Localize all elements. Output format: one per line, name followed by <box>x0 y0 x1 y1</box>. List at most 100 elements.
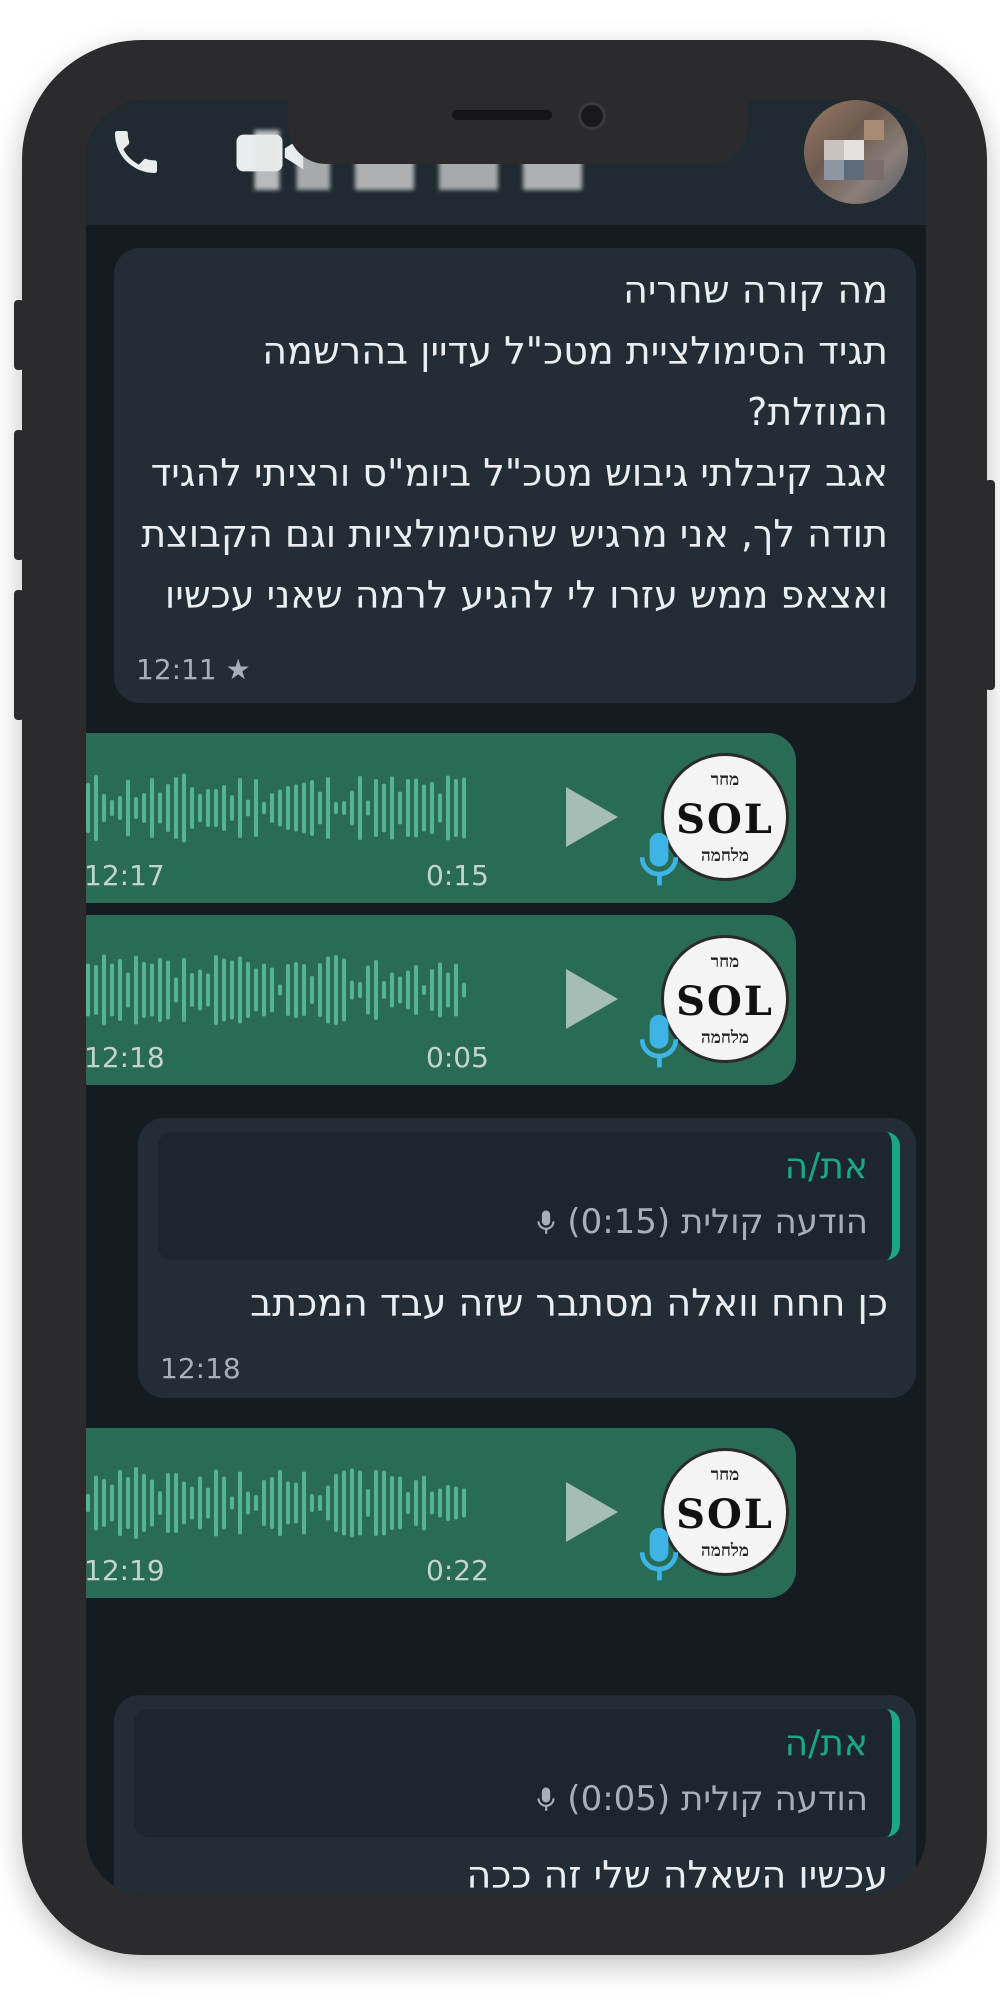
waveform-bar <box>142 793 146 823</box>
waveform-bar <box>390 1476 394 1530</box>
waveform-bar <box>462 1488 466 1518</box>
logo-bottom-text: מלחמה <box>701 846 749 866</box>
waveform-bar <box>198 969 202 1011</box>
waveform-bar <box>278 1470 282 1536</box>
waveform-bar <box>462 777 466 839</box>
waveform-bar <box>446 1485 450 1521</box>
waveform-bar <box>286 786 290 830</box>
waveform-bar <box>182 958 186 1022</box>
waveform-bar <box>390 776 394 840</box>
logo-top-text: מחר <box>710 1465 740 1485</box>
waveform-bar <box>390 972 394 1008</box>
waveform-bar <box>142 962 146 1018</box>
waveform-bar <box>358 776 362 840</box>
incoming-message[interactable]: מה קורה שחריה תגיד הסימולציית מטכ"ל עדיי… <box>114 248 916 703</box>
waveform-bar <box>414 965 418 1015</box>
waveform-bar <box>230 960 234 1020</box>
volume-down-button <box>14 590 24 720</box>
play-icon[interactable] <box>566 969 618 1029</box>
waveform-bar <box>382 981 386 999</box>
waveform-bar <box>158 958 162 1022</box>
play-icon[interactable] <box>566 787 618 847</box>
waveform-bar <box>302 964 306 1016</box>
waveform-bar <box>102 1479 106 1527</box>
waveform-bar <box>230 1496 234 1510</box>
waveform-bar <box>334 955 338 1025</box>
waveform-bar <box>214 955 218 1025</box>
waveform-bar <box>254 1495 258 1511</box>
waveform[interactable] <box>86 945 486 1035</box>
message-text: עכשיו השאלה שלי זה ככה <box>466 1853 888 1895</box>
waveform-bar <box>102 794 106 822</box>
waveform-bar <box>422 985 426 995</box>
waveform-bar <box>454 963 458 1017</box>
waveform-bar <box>222 958 226 1022</box>
phone-notch <box>288 100 748 164</box>
waveform-bar <box>254 968 258 1012</box>
waveform-bar <box>318 1495 322 1511</box>
waveform-bar <box>174 1473 178 1533</box>
waveform-bar <box>286 964 290 1016</box>
incoming-message[interactable]: את/ה הודעה קולית (0:05) עכשיו השאלה שלי … <box>114 1695 916 1895</box>
waveform-bar <box>414 778 418 838</box>
waveform-bar <box>366 1489 370 1517</box>
voice-message[interactable]: מחר SOL מלחמה 12:18 0:05 <box>86 915 796 1085</box>
waveform-bar <box>342 1470 346 1536</box>
incoming-message[interactable]: את/ה הודעה קולית (0:15) כן חחח וואלה מסת… <box>138 1118 916 1398</box>
waveform-bar <box>94 1475 98 1531</box>
waveform-bar <box>318 963 322 1017</box>
waveform-bar <box>294 962 298 1018</box>
waveform-bar <box>334 802 338 814</box>
quoted-reply[interactable]: את/ה הודעה קולית (0:15) <box>158 1132 900 1260</box>
message-time: 12:11 ★ <box>136 653 251 686</box>
waveform-bar <box>326 956 330 1024</box>
quoted-reply[interactable]: את/ה הודעה קולית (0:05) <box>134 1709 900 1837</box>
waveform-bar <box>446 775 450 841</box>
waveform-bar <box>126 1477 130 1529</box>
waveform-bar <box>230 795 234 821</box>
waveform-bar <box>246 962 250 1018</box>
star-icon: ★ <box>225 653 251 686</box>
phone-icon[interactable] <box>108 124 164 180</box>
waveform-bar <box>182 773 186 843</box>
waveform-bar <box>326 1485 330 1521</box>
voice-duration: 0:22 <box>426 1554 489 1587</box>
waveform-bar <box>270 1477 274 1529</box>
waveform[interactable] <box>86 763 486 853</box>
message-time-value: 12:11 <box>136 653 217 686</box>
waveform-bar <box>350 1468 354 1538</box>
mic-icon <box>537 1210 556 1234</box>
contact-avatar[interactable] <box>804 100 908 204</box>
volume-up-button <box>14 430 24 560</box>
mic-icon <box>537 1787 556 1811</box>
waveform-bar <box>158 792 162 824</box>
waveform-bar <box>406 779 410 837</box>
waveform-bar <box>110 800 114 816</box>
waveform-bar <box>462 982 466 998</box>
waveform-bar <box>198 794 202 822</box>
waveform-bar <box>190 1486 194 1520</box>
phone-screen: מה קורה שחריה תגיד הסימולציית מטכ"ל עדיי… <box>86 100 926 1895</box>
mic-icon <box>639 1014 679 1068</box>
logo-main-text: SOL <box>676 978 774 1025</box>
waveform-bar <box>150 1479 154 1527</box>
waveform-bar <box>310 1494 314 1512</box>
waveform-bar <box>366 965 370 1015</box>
reply-sender: את/ה <box>784 1723 868 1764</box>
waveform-bar <box>398 791 402 825</box>
waveform[interactable] <box>86 1458 486 1548</box>
voice-message[interactable]: מחר SOL מלחמה 12:17 0:15 <box>86 733 796 903</box>
waveform-bar <box>126 779 130 837</box>
waveform-bar <box>342 958 346 1022</box>
waveform-bar <box>102 954 106 1026</box>
waveform-bar <box>342 801 346 815</box>
waveform-bar <box>150 778 154 838</box>
waveform-bar <box>118 959 122 1021</box>
play-icon[interactable] <box>566 1482 618 1542</box>
logo-main-text: SOL <box>676 1491 774 1538</box>
waveform-bar <box>222 1476 226 1530</box>
logo-bottom-text: מלחמה <box>701 1541 749 1561</box>
voice-message[interactable]: מחר SOL מלחמה 12:19 0:22 <box>86 1428 796 1598</box>
waveform-bar <box>326 777 330 839</box>
reply-description-text: הודעה קולית (0:05) <box>567 1779 868 1819</box>
